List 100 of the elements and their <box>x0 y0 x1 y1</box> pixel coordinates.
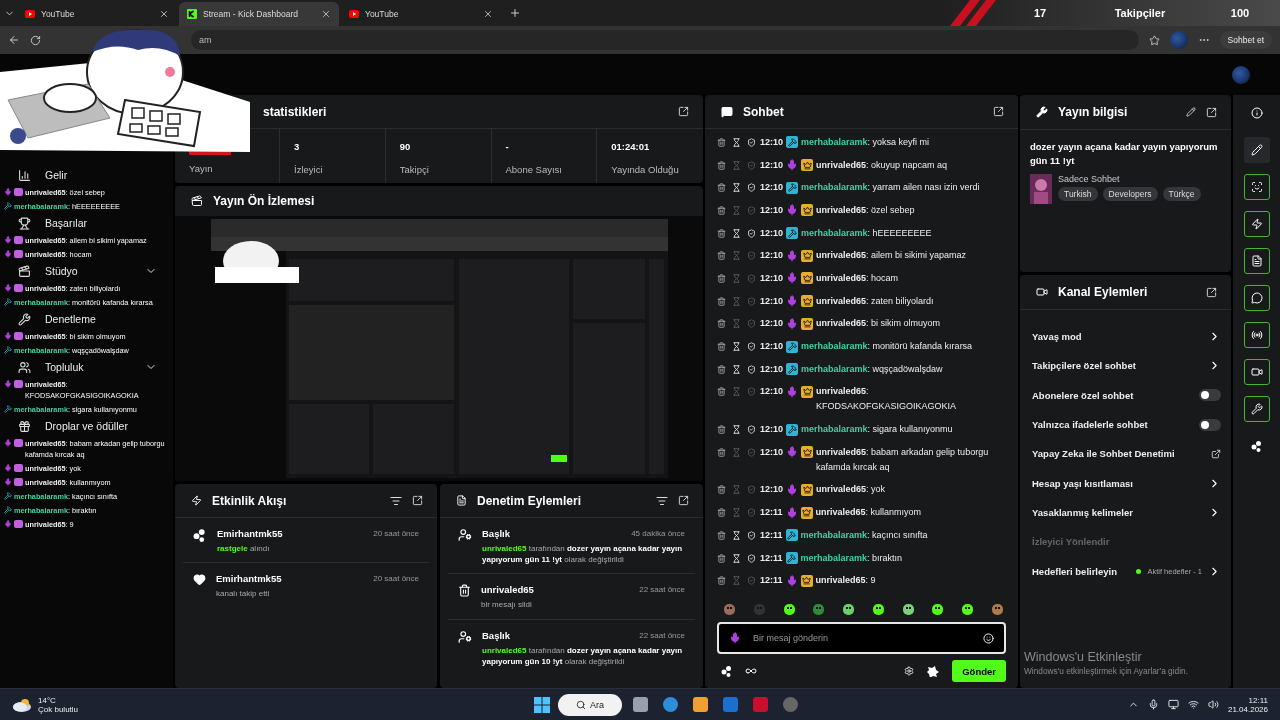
search-button[interactable]: Ara <box>558 693 622 716</box>
hourglass-icon[interactable] <box>732 364 741 374</box>
close-icon[interactable] <box>159 9 169 19</box>
trash-icon[interactable] <box>717 553 726 563</box>
wrench-button[interactable] <box>1243 396 1270 422</box>
hourglass-icon[interactable] <box>732 342 741 352</box>
filter-icon[interactable] <box>390 494 402 507</box>
chat-button[interactable] <box>1243 285 1270 311</box>
action-item[interactable]: Takipçilere özel sohbet <box>1032 360 1202 372</box>
stat-label: Abone Sayısı <box>505 164 563 175</box>
trash-icon[interactable] <box>717 183 726 193</box>
log-time: 45 dakika önce <box>631 529 685 538</box>
star-icon[interactable] <box>1148 34 1160 46</box>
emote-icon[interactable] <box>871 603 885 616</box>
action-item[interactable]: Yalnızca ifadelerle sohbet <box>1032 419 1193 431</box>
trash-icon[interactable] <box>717 425 726 435</box>
expand-icon[interactable] <box>1206 286 1217 298</box>
settings-icon[interactable] <box>904 666 915 676</box>
trash-icon[interactable] <box>717 576 726 586</box>
sidebar-item[interactable]: Denetleme <box>0 309 173 329</box>
trash-icon[interactable] <box>717 342 726 352</box>
toggle-switch[interactable] <box>1199 418 1221 431</box>
action-item[interactable]: Yasaklanmış kelimeler <box>1032 506 1202 518</box>
sidebar-item[interactable]: Stüdyo <box>0 261 173 281</box>
smiley-icon[interactable] <box>983 632 994 644</box>
emote-icon[interactable] <box>961 603 975 616</box>
action-item[interactable]: Hedefleri belirleyin <box>1032 565 1131 577</box>
trash-icon[interactable] <box>717 387 726 397</box>
expand-icon[interactable] <box>993 106 1004 117</box>
composer-box[interactable]: Bir mesaj gönderin <box>717 622 1006 654</box>
trash-icon[interactable] <box>717 251 726 261</box>
notes-button[interactable] <box>1243 248 1270 274</box>
hourglass-icon[interactable] <box>732 183 741 193</box>
expand-icon[interactable] <box>678 106 689 117</box>
browser-tab[interactable]: YouTube <box>341 2 501 26</box>
browser-tab[interactable]: YouTube <box>17 2 177 26</box>
trash-icon[interactable] <box>717 160 726 170</box>
trash-icon[interactable] <box>717 530 726 540</box>
panel-title: Yayın Ön İzlemesi <box>213 194 316 208</box>
emote-icon[interactable] <box>931 603 945 616</box>
emote-icon[interactable] <box>901 603 915 616</box>
wifi-icon[interactable] <box>1187 699 1199 710</box>
chat-time: 12:10 <box>760 445 784 459</box>
action-item[interactable]: Abonelere özel sohbet <box>1032 389 1193 401</box>
trash-icon[interactable] <box>717 364 726 374</box>
action-item[interactable]: Yavaş mod <box>1032 331 1202 343</box>
filter-icon[interactable] <box>656 494 668 507</box>
expand-icon[interactable] <box>412 495 423 506</box>
clock[interactable]: 12:11 21.04.2026 <box>1227 695 1268 714</box>
mic-icon <box>4 464 12 472</box>
sidebar-item[interactable]: Topluluk <box>0 357 173 377</box>
sidebar-item[interactable]: Başarılar <box>0 213 173 233</box>
reload-icon[interactable] <box>30 34 41 46</box>
action-item[interactable]: Yapay Zeka ile Sohbet Denetimi <box>1032 448 1205 460</box>
camera-button[interactable] <box>1243 359 1270 385</box>
hourglass-icon[interactable] <box>732 425 741 435</box>
hourglass-icon[interactable] <box>732 530 741 540</box>
action-item[interactable]: Hesap yaşı kısıtlaması <box>1032 477 1202 489</box>
trash-icon[interactable] <box>717 296 726 306</box>
trash-icon[interactable] <box>717 447 726 457</box>
mic-icon[interactable] <box>729 632 741 644</box>
trash-icon[interactable] <box>717 137 726 147</box>
address-field[interactable]: am <box>191 30 1139 50</box>
expand-icon[interactable] <box>678 495 689 506</box>
sidebar-item[interactable]: Gelir <box>0 165 173 185</box>
mic-icon[interactable] <box>1147 699 1159 710</box>
browser-tab[interactable]: Stream - Kick Dashboard <box>179 2 339 26</box>
close-icon[interactable] <box>321 9 331 19</box>
hourglass-icon[interactable] <box>732 228 741 238</box>
capture-button[interactable] <box>1243 174 1270 200</box>
hourglass-icon[interactable] <box>732 137 741 147</box>
trash-icon[interactable] <box>717 205 726 215</box>
trash-icon[interactable] <box>717 508 726 518</box>
broadcast-button[interactable] <box>1243 322 1270 348</box>
message-input[interactable]: Bir mesaj gönderin <box>751 632 973 644</box>
emote-icon[interactable] <box>782 603 796 616</box>
lightning-button[interactable] <box>1243 211 1270 237</box>
close-icon[interactable] <box>483 9 493 19</box>
back-icon[interactable] <box>8 34 20 46</box>
profile-avatar[interactable] <box>1232 65 1250 84</box>
emote-icon[interactable] <box>842 603 856 616</box>
edit-icon[interactable] <box>1186 107 1196 117</box>
hourglass-icon[interactable] <box>732 553 741 563</box>
trash-icon[interactable] <box>717 485 726 495</box>
monitor-icon[interactable] <box>1167 699 1179 710</box>
trash-icon[interactable] <box>717 273 726 283</box>
volume-icon[interactable] <box>1207 699 1219 710</box>
toggle-switch[interactable] <box>1199 389 1221 402</box>
log-heading: Başlık <box>482 528 510 539</box>
chat-message: unrivaled65: KFODSAKOFGKASIGOIKAGOKIA <box>816 385 958 414</box>
start-button[interactable] <box>534 696 550 713</box>
expand-icon[interactable] <box>1206 106 1217 118</box>
trash-icon[interactable] <box>717 228 726 238</box>
trash-icon[interactable] <box>717 319 726 329</box>
sidebar-item[interactable]: Droplar ve ödüller <box>0 416 173 436</box>
new-tab-icon[interactable] <box>509 7 521 19</box>
edit-button[interactable] <box>1243 137 1270 163</box>
assistant-button[interactable]: Sohbet et <box>1219 31 1272 49</box>
emote-icon[interactable] <box>926 665 941 677</box>
send-button[interactable]: Gönder <box>952 660 1006 682</box>
